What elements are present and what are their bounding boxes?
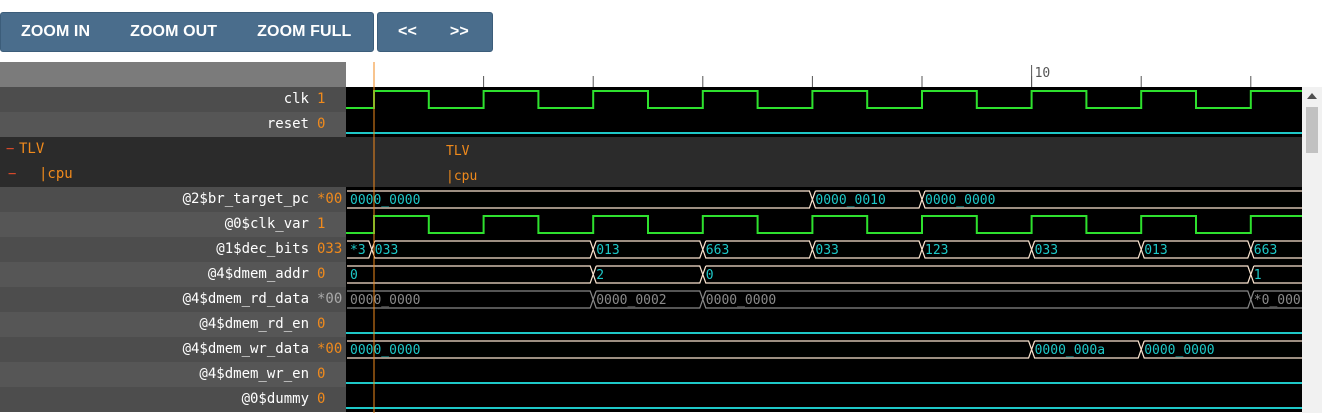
- zoom-in-button[interactable]: ZOOM IN: [1, 13, 110, 51]
- signal-value: *00: [317, 341, 343, 357]
- signal-name: @2$br_target_pc: [182, 191, 309, 207]
- signal-row[interactable]: @0$dummy 0: [0, 387, 346, 412]
- bus-value-label: 033: [1035, 243, 1058, 258]
- time-tick-label: 10: [1035, 66, 1051, 81]
- signal-row[interactable]: @4$dmem_wr_data *00: [0, 337, 346, 362]
- signal-name: @4$dmem_wr_data: [182, 341, 309, 357]
- signal-value: 0: [317, 316, 326, 332]
- zoom-button-group: ZOOM IN ZOOM OUT ZOOM FULL: [0, 12, 374, 52]
- bus-value-label: 033: [375, 243, 398, 258]
- bus-value-label: 013: [596, 243, 619, 258]
- signal-row[interactable]: @0$clk_var 1: [0, 212, 346, 237]
- bus-value-label: 0000_0000: [925, 193, 995, 208]
- bus-value-label: *0_000: [1254, 293, 1301, 308]
- signal-name: clk: [283, 91, 309, 107]
- signal-value: 0: [317, 266, 326, 282]
- signal-name: @0$clk_var: [224, 216, 309, 232]
- bus-value-label: 0000_0010: [815, 193, 885, 208]
- bus-value-label: 123: [925, 243, 948, 258]
- bus-value-label: 033: [815, 243, 838, 258]
- signal-name: @4$dmem_addr: [207, 266, 309, 282]
- bus-value-label: 663: [1254, 243, 1277, 258]
- signal-row[interactable]: @2$br_target_pc *00: [0, 187, 346, 212]
- bus-value-label: 0000_000a: [1035, 343, 1105, 358]
- toolbar: ZOOM IN ZOOM OUT ZOOM FULL << >>: [0, 0, 1322, 62]
- signal-value: 033: [317, 241, 343, 257]
- bus-value-label: *3: [350, 243, 366, 258]
- step-forward-button[interactable]: >>: [417, 13, 469, 51]
- signal-row[interactable]: @4$dmem_rd_data *00: [0, 287, 346, 312]
- collapse-icon[interactable]: −: [8, 166, 16, 182]
- zoom-out-button[interactable]: ZOOM OUT: [110, 13, 237, 51]
- bus-value-label: 663: [706, 243, 729, 258]
- signal-name: reset: [266, 116, 309, 132]
- bus-value-label: 0: [706, 268, 714, 283]
- bus-value-label: 0000_0002: [596, 293, 666, 308]
- bus-value-label: 0000_0000: [706, 293, 776, 308]
- signal-row[interactable]: @4$dmem_addr 0: [0, 262, 346, 287]
- signal-value: *00: [317, 191, 343, 207]
- scope-name: |cpu: [39, 166, 73, 182]
- bus-value-label: 013: [1144, 243, 1167, 258]
- scope-name: TLV: [19, 141, 45, 157]
- waveform-viewer: 10 TLV |cpu 0000_0000 0000_0010 0000_0000 *3 03…: [0, 62, 1322, 413]
- signal-name: @4$dmem_rd_en: [199, 316, 309, 332]
- signal-row[interactable]: @4$dmem_rd_en 0: [0, 312, 346, 337]
- scope-wave-label: |cpu: [446, 169, 477, 184]
- vertical-scrollbar[interactable]: [1302, 87, 1322, 413]
- wave-row-bg: [346, 162, 1302, 187]
- scroll-up-arrow-icon[interactable]: [1307, 93, 1317, 99]
- bus-value-label: 0: [350, 268, 358, 283]
- signal-name: @4$dmem_rd_data: [182, 291, 309, 307]
- signal-value: 0: [317, 116, 326, 132]
- scope-row[interactable]: − |cpu: [0, 162, 346, 187]
- bus-value-label: 0000_0000: [350, 293, 420, 308]
- signal-value: *00: [317, 291, 343, 307]
- scope-row[interactable]: − TLV: [0, 137, 346, 162]
- bus-value-label: 0000_0000: [350, 193, 420, 208]
- signal-value: 1: [317, 216, 326, 232]
- signal-row[interactable]: reset 0: [0, 112, 346, 137]
- signal-row[interactable]: clk 1: [0, 87, 346, 112]
- signal-value: 1: [317, 91, 326, 107]
- scope-wave-label: TLV: [446, 144, 470, 159]
- wave-row-bg: [346, 137, 1302, 162]
- signal-value: 0: [317, 366, 326, 382]
- time-ruler-track[interactable]: [346, 62, 1322, 87]
- navigate-button-group: << >>: [377, 12, 493, 52]
- signal-value: 0: [317, 391, 326, 407]
- signal-name: @0$dummy: [241, 391, 309, 407]
- zoom-full-button[interactable]: ZOOM FULL: [237, 13, 371, 51]
- signal-row[interactable]: @1$dec_bits 033: [0, 237, 346, 262]
- signal-row[interactable]: @4$dmem_wr_en 0: [0, 362, 346, 387]
- signal-name: @4$dmem_wr_en: [199, 366, 309, 382]
- bus-value-label: 0000_0000: [350, 343, 420, 358]
- bus-value-label: 1: [1254, 268, 1262, 283]
- step-back-button[interactable]: <<: [378, 13, 417, 51]
- bus-value-label: 2: [596, 268, 604, 283]
- signal-name: @1$dec_bits: [216, 241, 309, 257]
- collapse-icon[interactable]: −: [6, 141, 14, 157]
- bus-value-label: 0000_0000: [1144, 343, 1214, 358]
- scrollbar-thumb[interactable]: [1306, 107, 1318, 153]
